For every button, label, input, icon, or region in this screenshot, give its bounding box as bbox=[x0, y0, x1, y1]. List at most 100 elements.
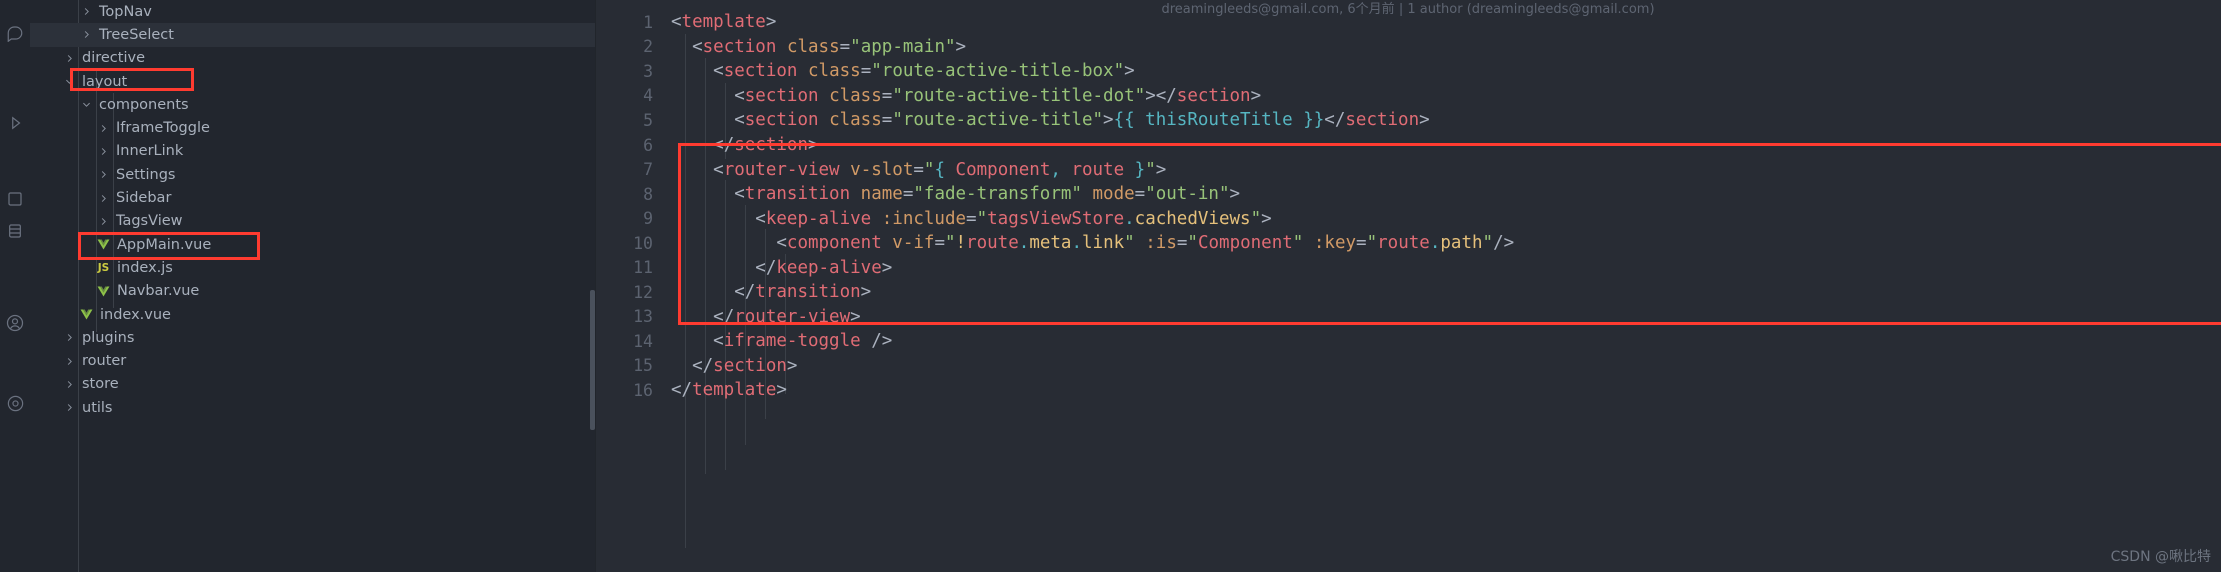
chevron-right-icon bbox=[95, 190, 111, 206]
line-number: 14 bbox=[633, 331, 653, 351]
tree-item-label: Sidebar bbox=[116, 190, 172, 207]
code-line[interactable]: 2 <section class="app-main"> bbox=[595, 35, 2221, 60]
line-number: 6 bbox=[643, 135, 653, 155]
tree-item-label: IframeToggle bbox=[116, 120, 210, 137]
tree-item-sidebar[interactable]: Sidebar bbox=[30, 186, 595, 209]
line-number: 16 bbox=[633, 380, 653, 400]
code-line-text: <router-view v-slot="{ Component, route … bbox=[713, 159, 1167, 180]
code-line-text: </keep-alive> bbox=[755, 257, 893, 278]
code-line-text: <template> bbox=[671, 12, 777, 33]
chevron-down-icon bbox=[61, 74, 77, 90]
line-number: 3 bbox=[643, 61, 653, 81]
code-line[interactable]: 15 </section> bbox=[595, 354, 2221, 379]
chevron-right-icon bbox=[78, 4, 94, 20]
tree-item-store[interactable]: store bbox=[30, 373, 595, 396]
tree-item-topnav[interactable]: TopNav bbox=[30, 0, 595, 23]
tree-item-label: directive bbox=[82, 50, 145, 67]
line-number: 7 bbox=[643, 160, 653, 180]
account-icon[interactable] bbox=[2, 310, 28, 336]
tree-item-index-vue[interactable]: index.vue bbox=[30, 303, 595, 326]
code-line[interactable]: 13 </router-view> bbox=[595, 305, 2221, 330]
tree-item-label: AppMain.vue bbox=[117, 236, 212, 253]
code-line[interactable]: 10 <component v-if="!route.meta.link" :i… bbox=[595, 231, 2221, 256]
chevron-right-icon bbox=[95, 167, 111, 183]
database-icon[interactable] bbox=[2, 218, 28, 244]
tree-item-components[interactable]: components bbox=[30, 93, 595, 116]
tree-item-router[interactable]: router bbox=[30, 349, 595, 372]
comment-icon[interactable] bbox=[2, 20, 28, 46]
file-explorer-tree[interactable]: TopNav TreeSelect directive layout component… bbox=[30, 0, 595, 572]
line-number: 11 bbox=[633, 258, 653, 278]
code-line-text: <transition name="fade-transform" mode="… bbox=[734, 184, 1241, 205]
line-number: 1 bbox=[643, 12, 653, 32]
tree-item-appmain-vue[interactable]: AppMain.vue bbox=[30, 233, 595, 256]
settings-gear-icon[interactable] bbox=[2, 390, 28, 416]
chevron-right-icon bbox=[95, 143, 111, 159]
watermark: CSDN @啾比特 bbox=[2110, 549, 2211, 565]
code-line-text: <iframe-toggle /> bbox=[713, 331, 893, 352]
tree-item-label: TopNav bbox=[99, 3, 152, 20]
chevron-right-icon bbox=[61, 50, 77, 66]
code-line-text: </router-view> bbox=[713, 306, 861, 327]
code-line-text: </transition> bbox=[734, 282, 872, 303]
tree-item-label: components bbox=[99, 96, 189, 113]
code-line[interactable]: 7 <router-view v-slot="{ Component, rout… bbox=[595, 157, 2221, 182]
code-line[interactable]: 5 <section class="route-active-title">{{… bbox=[595, 108, 2221, 133]
line-number: 9 bbox=[643, 209, 653, 229]
tree-item-label: Settings bbox=[116, 166, 176, 183]
tree-item-label: router bbox=[82, 353, 127, 370]
code-lines[interactable]: 1 <template> 2 <section class="app-main"> 3… bbox=[595, 10, 2221, 403]
tree-item-iframetoggle[interactable]: IframeToggle bbox=[30, 116, 595, 139]
tree-item-treeselect[interactable]: TreeSelect bbox=[30, 23, 595, 47]
code-line[interactable]: 1 <template> bbox=[595, 10, 2221, 35]
tree-item-label: InnerLink bbox=[116, 143, 184, 160]
tree-item-directive[interactable]: directive bbox=[30, 47, 595, 70]
extensions-icon[interactable] bbox=[2, 186, 28, 212]
run-icon[interactable] bbox=[2, 110, 28, 136]
code-line[interactable]: 3 <section class="route-active-title-box… bbox=[595, 59, 2221, 84]
code-line[interactable]: 11 </keep-alive> bbox=[595, 255, 2221, 280]
line-number: 15 bbox=[633, 356, 653, 376]
vue-file-icon bbox=[78, 307, 95, 323]
chevron-right-icon bbox=[61, 353, 77, 369]
code-line-text: <keep-alive :include="tagsViewStore.cach… bbox=[755, 208, 1272, 229]
tree-item-settings[interactable]: Settings bbox=[30, 163, 595, 186]
code-line-text: <section class="route-active-title-box"> bbox=[713, 61, 1135, 82]
line-number: 4 bbox=[643, 86, 653, 106]
chevron-right-icon bbox=[95, 120, 111, 136]
code-line-text: </section> bbox=[713, 135, 819, 155]
tree-item-layout[interactable]: layout bbox=[30, 70, 595, 93]
code-line[interactable]: 14 <iframe-toggle /> bbox=[595, 329, 2221, 354]
chevron-right-icon bbox=[61, 330, 77, 346]
tree-item-tagsview[interactable]: TagsView bbox=[30, 210, 595, 233]
code-editor[interactable]: dreamingleeds@gmail.com, 6个月前 | 1 author… bbox=[595, 0, 2221, 572]
chevron-right-icon bbox=[61, 400, 77, 416]
code-line[interactable]: 4 <section class="route-active-title-dot… bbox=[595, 84, 2221, 109]
code-line[interactable]: 6 </section> bbox=[595, 133, 2221, 158]
chevron-right-icon bbox=[61, 376, 77, 392]
tree-item-plugins[interactable]: plugins bbox=[30, 326, 595, 349]
tree-item-index-js[interactable]: JS index.js bbox=[30, 256, 595, 279]
code-line[interactable]: 8 <transition name="fade-transform" mode… bbox=[595, 182, 2221, 207]
line-number: 10 bbox=[633, 233, 653, 253]
tree-item-label: store bbox=[82, 376, 119, 393]
line-number: 5 bbox=[643, 110, 653, 130]
chevron-right-icon bbox=[78, 27, 94, 43]
tree-item-utils[interactable]: utils bbox=[30, 396, 595, 419]
tree-item-navbar-vue[interactable]: Navbar.vue bbox=[30, 280, 595, 303]
code-line-text: <section class="app-main"> bbox=[692, 36, 967, 57]
activity-bar bbox=[0, 0, 30, 572]
tree-item-label: Navbar.vue bbox=[117, 283, 200, 300]
tree-item-label: layout bbox=[82, 73, 128, 90]
file-tree-list[interactable]: TopNav TreeSelect directive layout component… bbox=[30, 0, 595, 419]
code-line[interactable]: 9 <keep-alive :include="tagsViewStore.ca… bbox=[595, 206, 2221, 231]
tree-item-innerlink[interactable]: InnerLink bbox=[30, 140, 595, 163]
tree-item-label: utils bbox=[82, 399, 113, 416]
code-line[interactable]: 12 </transition> bbox=[595, 280, 2221, 305]
line-number: 12 bbox=[633, 282, 653, 302]
code-line[interactable]: 16 </template> bbox=[595, 378, 2221, 403]
chevron-down-icon bbox=[78, 97, 94, 113]
code-line-text: </section> bbox=[692, 355, 798, 376]
code-line-text: <component v-if="!route.meta.link" :is="… bbox=[776, 233, 1515, 254]
tree-item-label: plugins bbox=[82, 329, 135, 346]
